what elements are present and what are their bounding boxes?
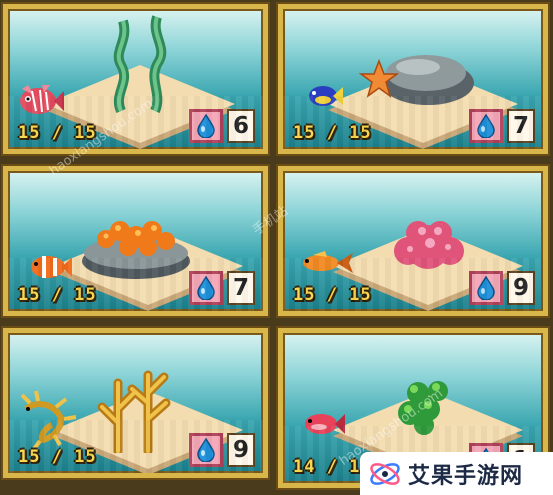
shop-item-pink-coral[interactable]: 15 / 15 9: [278, 166, 548, 316]
shop-item-orange-coral-rock[interactable]: 15 / 15 7: [3, 166, 268, 316]
water-drop-icon: [189, 433, 223, 467]
clownfish-icon: [31, 256, 72, 278]
red-lionfish-icon: [20, 85, 64, 114]
brand-logo-icon: [370, 462, 400, 485]
shop-item-yellow-branch-coral[interactable]: 15 / 15 9: [3, 328, 268, 478]
water-drop-icon: [189, 271, 223, 305]
brand-corner: 艾果手游网: [360, 452, 553, 495]
orange-coral-rock-icon: [82, 221, 190, 279]
shop-item-seaweed[interactable]: 15 / 15 6: [3, 4, 268, 154]
red-fish-icon: [305, 414, 345, 434]
item-grid: 15 / 15 6 15 / 15 7 15 / 15 7 15 / 15 9 …: [0, 0, 553, 495]
shop-item-starfish-rock[interactable]: 15 / 15 7: [278, 4, 548, 154]
leafy-seadragon-icon: [20, 390, 77, 449]
stock-count: 15 / 15: [293, 285, 372, 305]
water-cost: 9: [507, 271, 535, 305]
pink-coral-icon: [394, 221, 464, 269]
stock-count: 15 / 15: [18, 285, 97, 305]
water-cost: 7: [227, 271, 255, 305]
brand-label: 艾果手游网: [408, 463, 524, 489]
yellow-branch-coral-icon: [97, 370, 171, 453]
water-drop-icon: [469, 271, 503, 305]
water-cost: 9: [227, 433, 255, 467]
stock-count: 15 / 15: [18, 447, 97, 467]
stock-count: 15 / 15: [293, 123, 372, 143]
water-cost: 7: [507, 109, 535, 143]
blue-fish-icon: [309, 86, 343, 106]
water-drop-icon: [469, 109, 503, 143]
starfish-icon: [359, 59, 399, 98]
orange-fish-icon: [303, 251, 353, 273]
water-drop-icon: [189, 109, 223, 143]
water-cost: 6: [227, 109, 255, 143]
